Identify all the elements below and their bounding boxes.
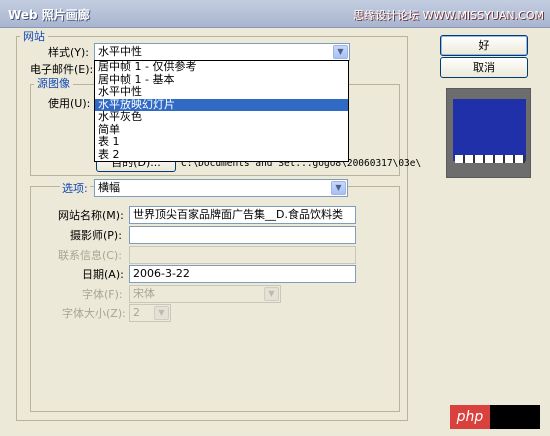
- chevron-down-icon: ▼: [154, 306, 169, 320]
- style-label: 样式(Y):: [48, 46, 90, 59]
- date-label: 日期(A):: [82, 268, 124, 281]
- php-logo: php: [450, 405, 490, 429]
- font-select: 宋体 ▼: [129, 285, 281, 303]
- style-dropdown-list[interactable]: 居中帧 1 - 仅供参考 居中帧 1 - 基本 水平中性 水平放映幻灯片 水平灰…: [94, 60, 349, 162]
- date-input[interactable]: 2006-3-22: [129, 265, 356, 283]
- options-label: 选项:: [60, 182, 90, 195]
- font-label: 字体(F):: [82, 288, 123, 301]
- contact-label: 联系信息(C):: [58, 249, 122, 262]
- photographer-input[interactable]: [129, 226, 356, 244]
- window-title: Web 照片画廊: [8, 8, 90, 22]
- site-legend: 网站: [20, 31, 48, 43]
- preview-image: [446, 88, 531, 178]
- style-option[interactable]: 水平中性: [95, 85, 348, 99]
- chevron-down-icon[interactable]: ▼: [331, 181, 346, 195]
- style-select[interactable]: 水平中性 ▼: [94, 43, 350, 61]
- chevron-down-icon: ▼: [264, 287, 279, 301]
- style-option[interactable]: 表 2: [95, 148, 348, 162]
- font-size-select-value: 2: [133, 306, 140, 319]
- font-select-value: 宋体: [133, 287, 155, 300]
- site-name-label: 网站名称(M):: [58, 209, 124, 222]
- site-name-input[interactable]: 世界顶尖百家品牌面广告集__D.食品饮料类: [129, 206, 356, 224]
- preview-banner: [453, 99, 526, 161]
- font-size-label: 字体大小(Z):: [62, 307, 126, 320]
- ok-button[interactable]: 好: [440, 35, 528, 56]
- chevron-down-icon[interactable]: ▼: [333, 45, 348, 59]
- options-select[interactable]: 横幅 ▼: [94, 179, 348, 197]
- style-option[interactable]: 居中帧 1 - 仅供参考: [95, 60, 348, 74]
- watermark-text: 思缘设计论坛 WWW.MISSYUAN.COM: [353, 9, 544, 22]
- use-label: 使用(U):: [48, 97, 91, 110]
- style-option[interactable]: 水平灰色: [95, 110, 348, 124]
- style-option[interactable]: 表 1: [95, 135, 348, 149]
- cancel-button[interactable]: 取消: [440, 57, 528, 78]
- style-option[interactable]: 简单: [95, 123, 348, 137]
- options-select-value: 横幅: [98, 181, 120, 194]
- php-badge: php: [450, 405, 540, 429]
- font-size-select: 2 ▼: [129, 304, 171, 322]
- title-bar: Web 照片画廊 思缘设计论坛 WWW.MISSYUAN.COM: [0, 0, 550, 28]
- photographer-label: 摄影师(P):: [70, 229, 122, 242]
- style-select-value: 水平中性: [98, 45, 142, 58]
- preview-thumbnail-strip: [455, 155, 525, 163]
- email-label: 电子邮件(E):: [30, 63, 94, 76]
- contact-input: [129, 246, 356, 264]
- source-legend: 源图像: [34, 78, 73, 90]
